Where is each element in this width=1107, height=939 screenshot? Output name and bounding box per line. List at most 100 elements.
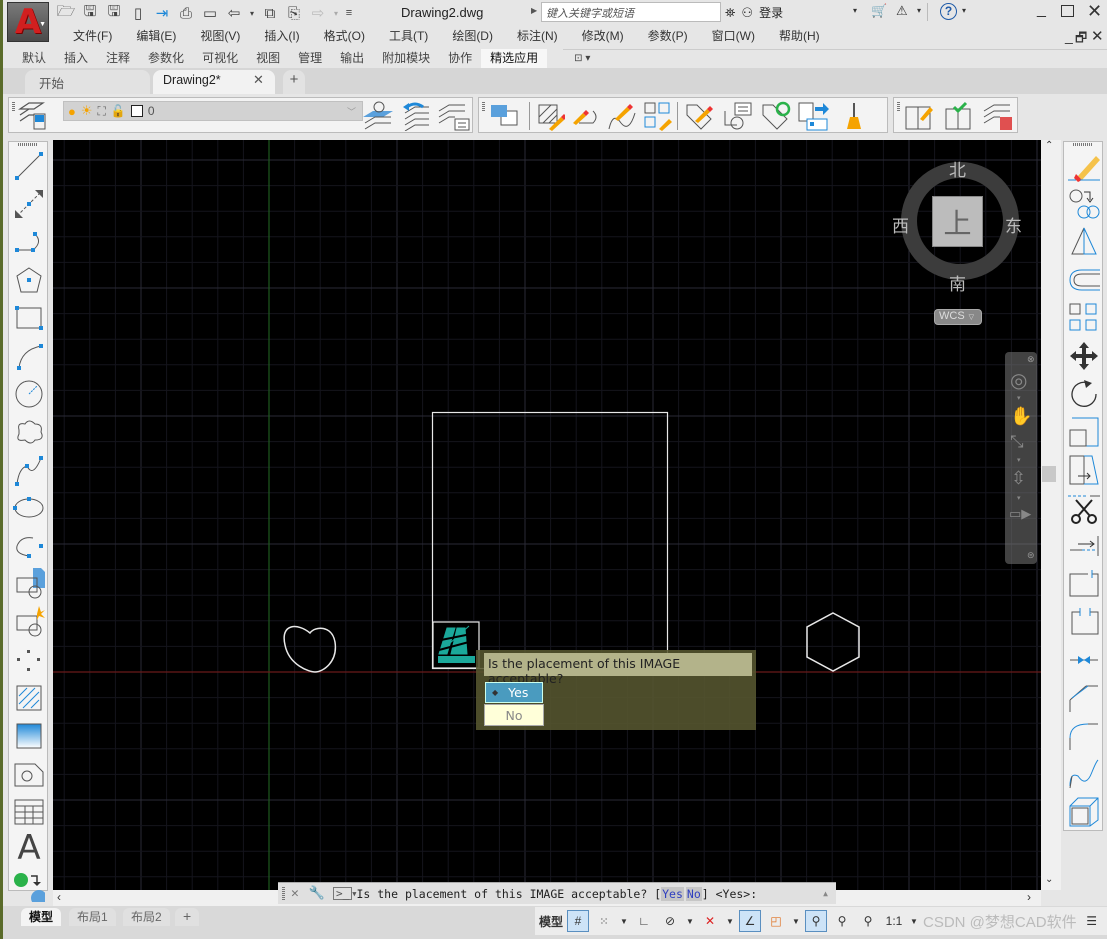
polyline-icon[interactable] [13, 226, 45, 258]
chamfer-icon[interactable] [1068, 682, 1100, 714]
arc-icon[interactable] [13, 340, 45, 372]
model-space-button[interactable]: 模型 [539, 910, 563, 932]
circle-icon[interactable] [13, 378, 45, 410]
edit-hatch-icon[interactable] [535, 101, 565, 131]
command-option-yes[interactable]: Yes [661, 886, 684, 901]
login-link[interactable]: 登录 [759, 4, 783, 21]
break-at-point-icon[interactable] [1068, 568, 1100, 600]
ribbon-tab-visualize[interactable]: 可视化 [193, 49, 247, 68]
a360-dropdown-icon[interactable]: ▾ [917, 6, 921, 15]
close-navbar-icon[interactable]: ⊗ [1027, 354, 1035, 365]
multiline-text-icon[interactable]: A [13, 831, 45, 865]
toolbar-grip[interactable] [18, 143, 38, 146]
table-icon[interactable] [13, 796, 45, 828]
edit-reference-icon[interactable] [902, 101, 938, 131]
toolbar-grip[interactable] [482, 102, 485, 112]
scroll-down-icon[interactable]: ⌄ [1045, 874, 1053, 885]
layout-tab-layout2[interactable]: 布局2 [123, 908, 170, 926]
move-icon[interactable] [1068, 340, 1100, 372]
compass-south[interactable]: 南 [949, 270, 966, 295]
layer-previous-icon[interactable] [399, 101, 433, 131]
doc-minimize-button[interactable]: _ [1065, 28, 1073, 44]
point-icon[interactable] [13, 644, 45, 676]
layer-color-swatch[interactable] [130, 105, 143, 117]
new-tab-button[interactable]: + [283, 70, 305, 94]
zoom-dropdown-icon[interactable]: ▾ [1017, 456, 1021, 464]
ribbon-tab-collaborate[interactable]: 协作 [439, 49, 481, 68]
scroll-left-icon[interactable]: ‹ [57, 890, 61, 904]
help-dropdown-icon[interactable]: ▾ [962, 6, 966, 15]
print-icon[interactable]: ⎙ [176, 3, 196, 23]
zoom-preview-icon[interactable]: ⧉ [260, 3, 280, 23]
layer-viewport-icon[interactable]: ⛶ [98, 104, 106, 119]
make-current-layer-icon[interactable] [361, 101, 395, 131]
polar-dropdown-icon[interactable]: ▼ [685, 910, 695, 932]
edit-polyline-icon[interactable] [571, 101, 601, 131]
scale-icon[interactable] [1068, 416, 1100, 448]
menu-edit[interactable]: 编辑(E) [124, 28, 188, 44]
app-menu-button[interactable]: A ▼ [7, 2, 49, 42]
open-from-cloud-icon[interactable]: ▯ [128, 3, 148, 23]
login-dropdown-icon[interactable]: ▾ [853, 6, 857, 15]
zoom-extents-icon[interactable]: ⤡ [1010, 432, 1024, 452]
no-option[interactable]: No [484, 704, 544, 726]
construction-line-icon[interactable] [13, 188, 45, 220]
layer-dropdown[interactable]: ● ☀ ⛶ 🔓 0 ﹀ [63, 101, 363, 121]
attribute-extract-icon[interactable] [797, 101, 831, 131]
command-line-grip[interactable] [282, 886, 285, 901]
compass-north[interactable]: 北 [949, 156, 966, 181]
array-icon[interactable] [1068, 302, 1100, 334]
layout-tab-model[interactable]: 模型 [21, 908, 62, 926]
snap-mode-toggle[interactable]: ⁙ [593, 910, 615, 932]
doc-restore-button[interactable]: 🗗 [1075, 29, 1087, 51]
add-layout-button[interactable]: + [175, 908, 200, 926]
doc-close-button[interactable]: ✕ [1091, 27, 1104, 45]
plot-preview-icon[interactable]: ▭ [200, 3, 220, 23]
object-snap-tracking-toggle[interactable]: ∠ [739, 910, 762, 932]
navbar-options-icon[interactable]: ⊜ [1027, 550, 1035, 561]
placed-image[interactable] [432, 621, 480, 669]
ribbon-tab-insert[interactable]: 插入 [55, 49, 97, 68]
customize-qat-icon[interactable]: ≡ [344, 3, 354, 23]
maximize-button[interactable] [1061, 5, 1074, 17]
mirror-icon[interactable] [1068, 226, 1100, 258]
cart-icon[interactable]: 🛒 [871, 3, 887, 19]
share-icon[interactable]: ⇥ [152, 3, 172, 23]
insert-block-icon[interactable] [13, 568, 45, 600]
osnap-dropdown-icon[interactable]: ▼ [791, 910, 801, 932]
publish-icon[interactable]: ⎘ [284, 3, 304, 23]
help-icon[interactable]: ? [940, 3, 957, 20]
menu-help[interactable]: 帮助(H) [767, 28, 832, 44]
annotation-scale-icon[interactable]: ⚲ [857, 910, 879, 932]
minimize-button[interactable]: _ [1037, 1, 1046, 19]
menu-view[interactable]: 视图(V) [188, 28, 252, 44]
rectangle-icon[interactable] [13, 302, 45, 334]
customize-status-bar-icon[interactable]: ☰ [1081, 910, 1103, 932]
offset-icon[interactable] [1068, 264, 1100, 296]
compass-east[interactable]: 东 [1005, 212, 1022, 237]
copy-icon[interactable] [1068, 188, 1100, 220]
vertical-scrollbar[interactable]: ⌃ ⌄ [1041, 140, 1061, 890]
spline-icon[interactable] [13, 454, 45, 486]
steering-wheel-dropdown-icon[interactable]: ▾ [1017, 394, 1021, 402]
edit-array-icon[interactable] [643, 101, 673, 131]
hatch-icon[interactable] [13, 682, 45, 714]
ortho-toggle[interactable]: ∟ [633, 910, 655, 932]
auto-scale-toggle[interactable]: ⚲ [831, 910, 853, 932]
purge-broom-icon[interactable] [839, 101, 869, 131]
hexagon-shape[interactable] [806, 612, 860, 672]
revision-cloud-icon[interactable] [13, 416, 45, 448]
close-command-line-icon[interactable]: ✕ [291, 886, 299, 901]
yes-option[interactable]: ◆ Yes [485, 682, 543, 703]
recent-commands-icon[interactable]: >_ [333, 887, 353, 900]
ellipse-arc-icon[interactable] [13, 530, 45, 562]
binoculars-icon[interactable]: ⛯ [725, 5, 735, 21]
gradient-icon[interactable] [13, 720, 45, 752]
search-expand-icon[interactable]: ▶ [531, 6, 537, 15]
scroll-right-icon[interactable]: › [1027, 890, 1031, 904]
blend-curves-icon[interactable] [1068, 758, 1100, 790]
object-snap-toggle[interactable]: ◰ [765, 910, 787, 932]
snap-dropdown-icon[interactable]: ▼ [619, 910, 629, 932]
drawing-canvas[interactable] [53, 140, 1041, 890]
menu-parametric[interactable]: 参数(P) [636, 28, 700, 44]
